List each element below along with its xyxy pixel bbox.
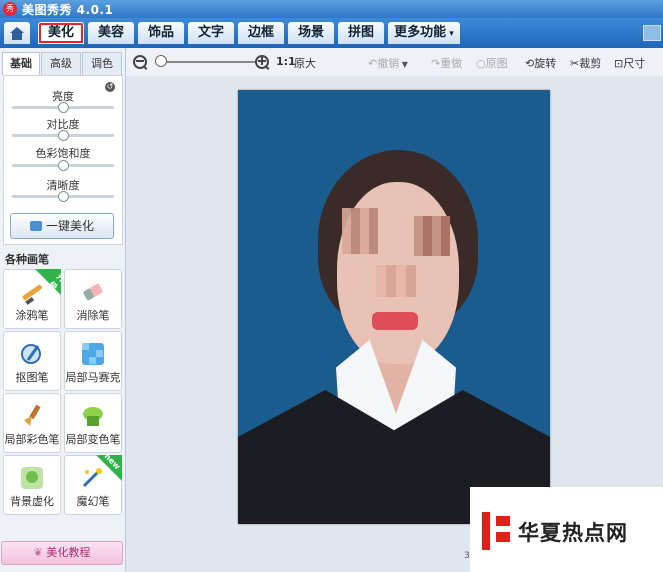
tab-beauty[interactable]: 美容 [88, 22, 134, 44]
mosaic-region [414, 216, 450, 256]
magic-brush-button[interactable]: new 魔幻笔 [64, 452, 122, 515]
recolor-brush-button[interactable]: 局部变色笔 [64, 393, 122, 453]
undo-button[interactable]: ↶撤销 ▼ [368, 55, 408, 71]
magic-icon [29, 221, 42, 231]
rotate-icon: ⟲ [525, 57, 535, 70]
left-panel: 基础 高级 调色 ↺ 亮度 对比度 色彩饱和度 清晰度 一键美化 各种画笔 升级… [0, 48, 126, 572]
background-blur-button[interactable]: 背景虚化 [3, 455, 61, 515]
one-click-beautify-button[interactable]: 一键美化 [10, 213, 114, 239]
rotate-button[interactable]: ⟲旋转 [525, 55, 556, 71]
mosaic-brush-button[interactable]: 局部马赛克 [64, 331, 122, 391]
toolbar: 1:1 原大 ↶撤销 ▼ ↷重做 ○原图 ⟲旋转 ✂裁剪 ⊡尺寸 [126, 48, 663, 76]
original-icon: ○ [476, 57, 486, 70]
contrast-knob[interactable] [58, 130, 69, 141]
resize-icon: ⊡ [614, 57, 624, 70]
zoom-in-icon[interactable] [255, 55, 269, 69]
color-brush-button[interactable]: 局部彩色笔 [3, 393, 61, 453]
adjust-box: ↺ 亮度 对比度 色彩饱和度 清晰度 一键美化 [3, 75, 123, 245]
page-number: 3 [464, 551, 470, 561]
tab-collage[interactable]: 拼图 [338, 22, 384, 44]
watermark-text: 华夏热点网 [518, 521, 628, 545]
saturation-knob[interactable] [58, 160, 69, 171]
redo-icon: ↷ [431, 57, 441, 70]
dropdown-arrow-icon: ▾ [446, 29, 454, 39]
subtab-advanced[interactable]: 高级 [41, 52, 81, 75]
home-button[interactable] [4, 22, 30, 44]
zoom-slider[interactable] [155, 61, 255, 63]
watermark: 华夏热点网 [470, 487, 663, 572]
eraser-brush-button[interactable]: 消除笔 [64, 269, 122, 329]
brightness-knob[interactable] [58, 102, 69, 113]
tab-beautify[interactable]: 美化 [38, 22, 84, 44]
tab-more-features[interactable]: 更多功能 ▾ [388, 22, 460, 44]
mosaic-region [376, 265, 416, 297]
saturation-label: 色彩饱和度 [35, 147, 91, 160]
color-brush-icon [24, 404, 41, 426]
main-nav: 美化 美容 饰品 文字 边框 场景 拼图 更多功能 ▾ [0, 18, 663, 48]
subtab-basic[interactable]: 基础 [2, 52, 40, 75]
brushes-section-title: 各种画笔 [5, 253, 49, 266]
portrait-photo[interactable] [238, 90, 550, 524]
redo-button[interactable]: ↷重做 [431, 55, 462, 71]
title-bar: 秀 美图秀秀 4.0.1 [0, 0, 663, 18]
cutout-brush-button[interactable]: 抠图笔 [3, 331, 61, 391]
watermark-logo-icon [482, 512, 512, 550]
mosaic-icon [82, 343, 104, 365]
crop-icon: ✂ [570, 57, 580, 70]
cutout-pen-icon [21, 344, 41, 364]
app-title: 美图秀秀 4.0.1 [22, 3, 114, 17]
saturation-slider[interactable] [12, 160, 114, 171]
brightness-slider[interactable] [12, 102, 114, 113]
contrast-slider[interactable] [12, 130, 114, 141]
tab-text[interactable]: 文字 [188, 22, 234, 44]
subtab-color[interactable]: 调色 [82, 52, 122, 75]
crop-button[interactable]: ✂裁剪 [570, 55, 601, 71]
tutorial-icon: ❦ [33, 546, 47, 559]
resize-button[interactable]: ⊡尺寸 [614, 55, 645, 71]
original-size-label[interactable]: 原大 [294, 55, 316, 71]
undo-dropdown-icon: ▼ [399, 60, 408, 69]
new-badge: new [96, 452, 122, 481]
sharpness-slider[interactable] [12, 191, 114, 202]
doodle-brush-button[interactable]: 升级 涂鸦笔 [3, 269, 67, 329]
upgrade-badge: 升级 [35, 269, 67, 295]
beautify-tutorial-button[interactable]: ❦ 美化教程 [1, 541, 123, 565]
tab-frame[interactable]: 边框 [238, 22, 284, 44]
app-logo-icon: 秀 [3, 2, 17, 16]
window-icon[interactable] [643, 25, 661, 41]
eraser-icon [83, 283, 103, 301]
paint-bucket-icon [83, 407, 103, 426]
zoom-out-icon[interactable] [133, 55, 147, 69]
actual-size-button[interactable]: 1:1 [276, 55, 296, 68]
undo-icon: ↶ [368, 57, 378, 70]
tab-scene[interactable]: 场景 [288, 22, 334, 44]
tab-accessories[interactable]: 饰品 [138, 22, 184, 44]
original-image-button[interactable]: ○原图 [476, 55, 508, 71]
mosaic-region [342, 208, 378, 254]
sharpness-knob[interactable] [58, 191, 69, 202]
background-blur-icon [21, 467, 43, 489]
zoom-slider-knob[interactable] [155, 55, 167, 67]
